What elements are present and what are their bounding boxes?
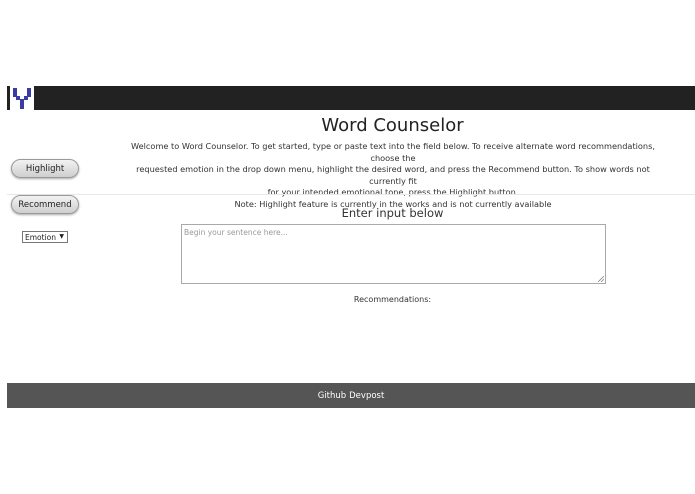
highlight-button[interactable]: Highlight — [11, 159, 79, 178]
recommend-button[interactable]: Recommend — [11, 195, 79, 214]
top-navbar — [7, 86, 695, 110]
sentence-input[interactable]: Begin your sentence here... — [181, 224, 606, 284]
resize-handle-icon[interactable] — [598, 276, 604, 282]
emotion-select[interactable]: Emotion ▼ — [22, 231, 68, 243]
input-heading: Enter input below — [341, 206, 444, 220]
emotion-select-value: Emotion — [25, 232, 56, 242]
divider — [7, 194, 695, 195]
page-title: Word Counselor — [321, 115, 464, 136]
dropdown-caret-icon: ▼ — [59, 233, 64, 240]
intro-line: requested emotion in the drop down menu,… — [136, 164, 650, 186]
y-logo-icon[interactable] — [10, 86, 34, 110]
intro-text: Welcome to Word Counselor. To get starte… — [118, 141, 668, 210]
sentence-input-placeholder: Begin your sentence here... — [184, 228, 288, 237]
intro-line: for your intended emotional tone, press … — [267, 187, 519, 197]
intro-line: Welcome to Word Counselor. To get starte… — [131, 141, 655, 163]
recommendations-label: Recommendations: — [353, 295, 432, 304]
github-link[interactable]: Github — [318, 391, 346, 401]
footer: Github Devpost — [7, 383, 695, 408]
devpost-link[interactable]: Devpost — [349, 391, 384, 401]
